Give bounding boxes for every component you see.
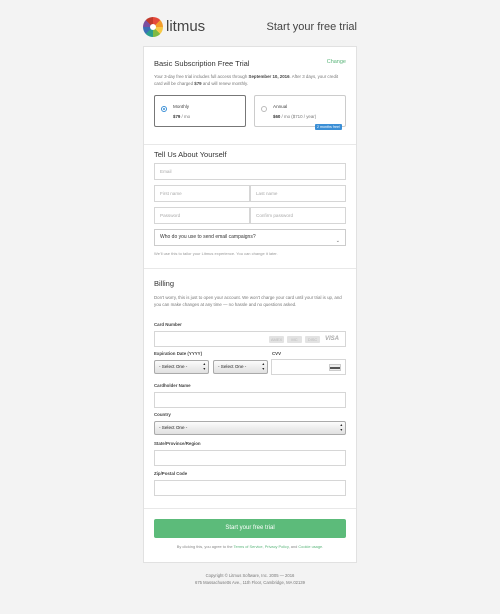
select-arrows-icon: ▲ ▼: [339, 423, 343, 432]
cardholder-field[interactable]: [154, 392, 346, 408]
subscription-section: Basic Subscription Free Trial Change You…: [144, 47, 356, 144]
last-name-field[interactable]: Last name: [250, 185, 346, 202]
state-field[interactable]: [154, 450, 346, 466]
confirm-password-field[interactable]: Confirm password: [250, 207, 346, 224]
signup-card: Basic Subscription Free Trial Change You…: [143, 46, 357, 563]
password-field[interactable]: Password: [154, 207, 250, 224]
card-brands: AMEX MC DISC VISA: [269, 336, 341, 343]
section-divider: [144, 508, 356, 509]
select-arrows-icon: ▲ ▼: [261, 362, 265, 371]
cvv-card-icon: [329, 364, 341, 371]
chevron-down-icon: ⌄: [335, 238, 340, 244]
cardholder-label: Cardholder Name: [154, 383, 191, 388]
state-label: State/Province/Region: [154, 441, 201, 446]
about-hint: We'll use this to tailor your Litmus exp…: [154, 251, 278, 256]
annual-radio[interactable]: [261, 106, 267, 112]
expiration-year-select[interactable]: - Select One - ▲ ▼: [213, 360, 268, 374]
visa-icon: VISA: [324, 336, 339, 342]
footer-copyright: Copyright © Litmus Software, Inc. 2005 —…: [205, 573, 295, 578]
litmus-logo-icon[interactable]: [143, 17, 163, 37]
country-select-value: - Select One -: [159, 425, 188, 430]
email-provider-select[interactable]: Who do you use to send email campaigns? …: [154, 229, 346, 246]
cvv-field[interactable]: [271, 359, 346, 375]
start-trial-button[interactable]: Start your free trial: [154, 519, 346, 538]
plan-annual[interactable]: Annual $60 / mo ($710 / year) 2 months f…: [254, 95, 346, 130]
billing-section: Billing Don't worry, this is just to ope…: [144, 269, 356, 507]
first-name-field[interactable]: First name: [154, 185, 250, 202]
expiration-year-value: - Select One -: [218, 364, 247, 369]
card-number-label: Card Number: [154, 322, 182, 327]
mastercard-icon: MC: [287, 336, 302, 343]
billing-description: Don't worry, this is just to open your a…: [154, 295, 342, 307]
discover-icon: DISC: [305, 336, 320, 343]
billing-title: Billing: [154, 279, 175, 288]
card-number-field[interactable]: AMEX MC DISC VISA: [154, 331, 346, 347]
email-provider-select-value: Who do you use to send email campaigns?: [160, 234, 256, 240]
about-title: Tell Us About Yourself: [154, 150, 227, 159]
page-title: Start your free trial: [266, 21, 357, 33]
zip-field[interactable]: [154, 480, 346, 496]
terms-text: By clicking this, you agree to the Terms…: [176, 544, 324, 549]
plan-price: $79 / mo: [173, 114, 191, 119]
plan-price: $60 / mo ($710 / year): [273, 114, 317, 119]
footer-address: 675 Massachusetts Ave., 11th Floor, Camb…: [195, 580, 305, 585]
monthly-radio[interactable]: [161, 106, 167, 112]
change-plan-link[interactable]: Change: [327, 59, 346, 65]
privacy-link[interactable]: Privacy Policy: [265, 544, 289, 549]
free-months-badge: 2 months free!: [315, 124, 342, 130]
expiration-month-select[interactable]: - Select One - ▲ ▼: [154, 360, 209, 374]
expiration-month-value: - Select One -: [159, 364, 188, 369]
amex-icon: AMEX: [269, 336, 284, 343]
zip-label: Zip/Postal Code: [154, 471, 188, 476]
cvv-label: CVV: [272, 351, 282, 356]
terms-link[interactable]: Terms of Service: [234, 544, 263, 549]
plan-monthly[interactable]: Monthly $79 / mo: [154, 95, 246, 127]
cookie-link[interactable]: Cookie usage: [298, 544, 322, 549]
page-header: litmus Start your free trial: [0, 0, 500, 50]
select-arrows-icon: ▲ ▼: [202, 362, 206, 371]
country-label: Country: [154, 412, 171, 417]
expiration-label: Expiration Date (YYYY): [154, 351, 203, 356]
about-section: Tell Us About Yourself Email First name …: [144, 145, 356, 267]
subscription-description: Your 3-day free trial includes full acce…: [154, 74, 339, 86]
subscription-title: Basic Subscription Free Trial: [154, 59, 250, 68]
country-select[interactable]: - Select One - ▲ ▼: [154, 421, 346, 435]
plan-name: Annual: [273, 104, 288, 109]
plan-name: Monthly: [173, 104, 190, 109]
email-field[interactable]: Email: [154, 163, 346, 180]
brand-name[interactable]: litmus: [166, 18, 205, 35]
